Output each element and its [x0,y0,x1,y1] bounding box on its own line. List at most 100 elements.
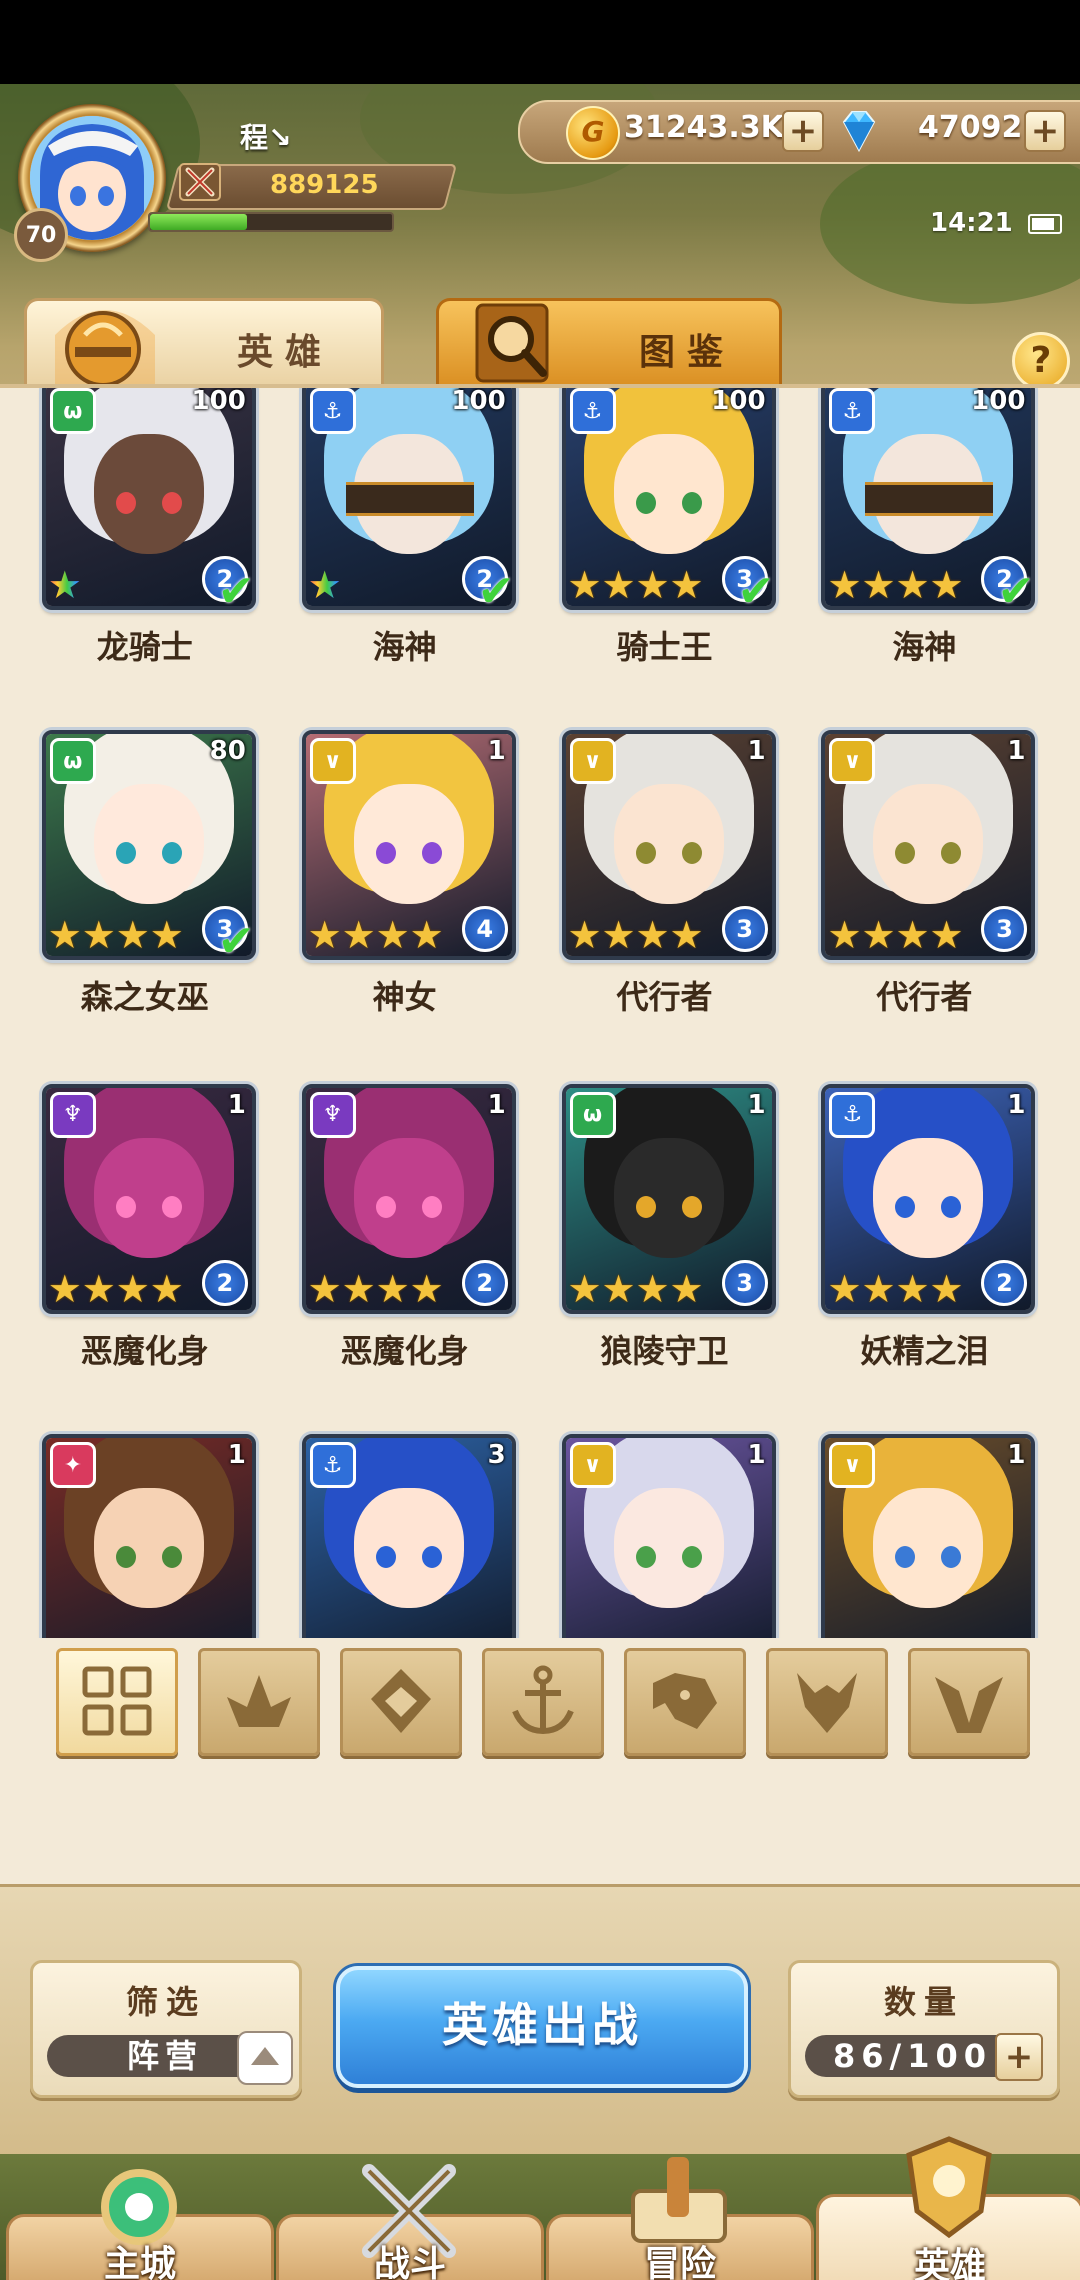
filter-title: 筛选 [125,1983,206,2021]
beast-filter-icon [653,1673,717,1729]
tab-codex[interactable]: 图鉴 [436,298,782,393]
player-level-badge: 70 [14,208,68,262]
add-gold-button[interactable]: + [782,110,824,152]
hero-level: 100 [971,388,1026,416]
portrait-face [353,784,464,905]
tab-heroes[interactable]: 英雄 [24,298,384,393]
hero-card[interactable]: ∨ 1 [811,1414,1036,1638]
star-rating: ★ ★ ★ ★ [308,916,444,954]
filter-dark-button[interactable] [766,1648,888,1756]
light-faction-icon: ∨ [569,1442,616,1489]
hero-grade-badge: 4 [461,906,508,953]
portrait-blindfold [865,482,994,516]
hero-card[interactable]: ⚓ 3 [292,1414,516,1638]
hero-name: 恶魔化身 [80,1331,209,1370]
anchor-faction-icon: ⚓ [829,388,876,434]
nav-label: 冒险 [643,2244,716,2280]
hero-card[interactable]: ∨ 1 [552,1414,776,1638]
hero-card[interactable]: ⚓ 1 ★ ★ ★ ★ 2 妖精之泪 [811,1064,1036,1404]
star-icon: ★ [47,913,82,958]
hero-card[interactable]: ✦ 1 [32,1414,256,1638]
hero-card[interactable]: ∨ 1 ★ ★ ★ ★ 3 代行者 [811,710,1036,1050]
hero-level: 3 [487,1440,506,1471]
star-rating: ★ ★ ★ ★ [568,916,704,954]
portrait-face [93,434,204,554]
hero-portrait: ⚓ 100 ★ ★ ★ ★ 3 ✔ [561,388,776,610]
star-icon: ★ [341,1266,376,1311]
hero-level: 1 [747,736,766,767]
star-icon: ★ [861,563,896,607]
star-icon: ★ [375,1266,410,1311]
hero-card[interactable]: ω 100 ★ 2 ✔ 龙骑士 [32,388,256,700]
star-icon: ★ [929,913,964,958]
anchor-filter-icon [512,1665,574,1735]
hero-count-box: 数量 86/100 + [788,1960,1060,2098]
star-rating: ★ ★ ★ ★ [568,566,704,604]
heroes-icon [906,2136,992,2239]
nav-adventure-button[interactable]: 冒险 [546,2157,814,2280]
checkmark-icon: ✔ [217,916,255,961]
hero-card[interactable]: ∨ 1 ★ ★ ★ ★ 3 代行者 [552,710,776,1050]
star-rating: ★ ★ ★ ★ [48,916,184,954]
star-icon: ★ [149,913,184,958]
hero-name: 恶魔化身 [340,1331,469,1370]
star-icon: ★ [307,1266,342,1311]
hero-grid[interactable]: ω 100 ★ 2 ✔ 龙骑士 ⚓ 100 ★ 2 ✔ 海神 ⚓ 100 ★ ★ ★ ★ 3 ✔ 骑士王 ⚓ 100 ★… [0,388,1080,1638]
hero-card[interactable]: ♆ 1 ★ ★ ★ ★ 2 恶魔化身 [292,1064,516,1404]
hero-card[interactable]: ⚓ 100 ★ ★ ★ ★ 2 ✔ 海神 [811,388,1036,700]
star-icon: ★ [308,566,346,604]
star-icon: ★ [341,913,376,958]
nav-battle-button[interactable]: 战斗 [276,2164,544,2280]
hero-portrait: ♆ 1 ★ ★ ★ ★ 2 [301,1083,516,1314]
filter-fire-button[interactable] [198,1648,320,1756]
hero-card[interactable]: ⚓ 100 ★ 2 ✔ 海神 [292,388,516,700]
portrait-face [613,434,724,554]
help-button[interactable]: ? [1012,332,1070,390]
expand-capacity-button[interactable]: + [995,2033,1043,2081]
hero-level: 1 [747,1089,766,1120]
filter-light-button[interactable] [908,1648,1030,1756]
checkmark-icon: ✔ [477,566,515,610]
dark-faction-icon: ♆ [49,1091,96,1138]
hero-level: 1 [227,1440,246,1471]
filter-all-button[interactable] [56,1648,178,1756]
magnifier-icon [475,303,549,383]
add-gem-button[interactable]: + [1024,110,1066,152]
filter-box[interactable]: 筛选 阵营 [30,1960,302,2098]
star-rating: ★ ★ ★ ★ [568,1270,704,1308]
nav-heroes-button[interactable]: 英雄 [816,2136,1080,2280]
star-icon: ★ [669,913,704,958]
star-icon: ★ [601,563,636,607]
hero-portrait: ∨ 1 ★ ★ ★ ★ 3 [821,730,1036,961]
hero-card[interactable]: ∨ 1 ★ ★ ★ ★ 4 神女 [292,710,516,1050]
star-icon: ★ [669,563,704,607]
hero-card[interactable]: ω 1 ★ ★ ★ ★ 3 狼陵守卫 [552,1064,776,1404]
hero-portrait: ω 80 ★ ★ ★ ★ 3 ✔ [41,730,256,961]
star-icon: ★ [115,1266,150,1311]
portrait-eye [635,842,656,865]
hero-portrait: ∨ 1 ★ ★ ★ ★ 4 [301,730,516,961]
hero-level: 1 [487,736,506,767]
portrait-eye [681,1195,702,1218]
checkmark-icon: ✔ [737,566,775,610]
power-value: 889125 [270,170,379,200]
portrait-eye [681,1546,702,1569]
star-icon: ★ [635,1266,670,1311]
filter-beast-button[interactable] [624,1648,746,1756]
hero-card[interactable]: ⚓ 100 ★ ★ ★ ★ 3 ✔ 骑士王 [552,388,776,700]
star-icon: ★ [895,1266,930,1311]
deploy-heroes-button[interactable]: 英雄出战 [336,1966,748,2088]
portrait-face [873,1488,984,1609]
hero-level: 100 [191,388,246,416]
nav-main-city-button[interactable]: 主城 [6,2169,274,2280]
hero-card[interactable]: ♆ 1 ★ ★ ★ ★ 2 恶魔化身 [32,1064,256,1404]
filter-anchor-button[interactable] [482,1648,604,1756]
hero-grade-badge: 3 [721,1259,768,1306]
filter-earth-button[interactable] [340,1648,462,1756]
filter-toggle-button[interactable] [237,2031,293,2085]
portrait-eye [421,1546,442,1569]
hero-portrait: ∨ 1 ★ ★ ★ ★ 3 [561,730,776,961]
hero-card[interactable]: ω 80 ★ ★ ★ ★ 3 ✔ 森之女巫 [32,710,256,1050]
gold-coin-icon: G [566,106,620,160]
anchor-faction-icon: ⚓ [569,388,616,434]
